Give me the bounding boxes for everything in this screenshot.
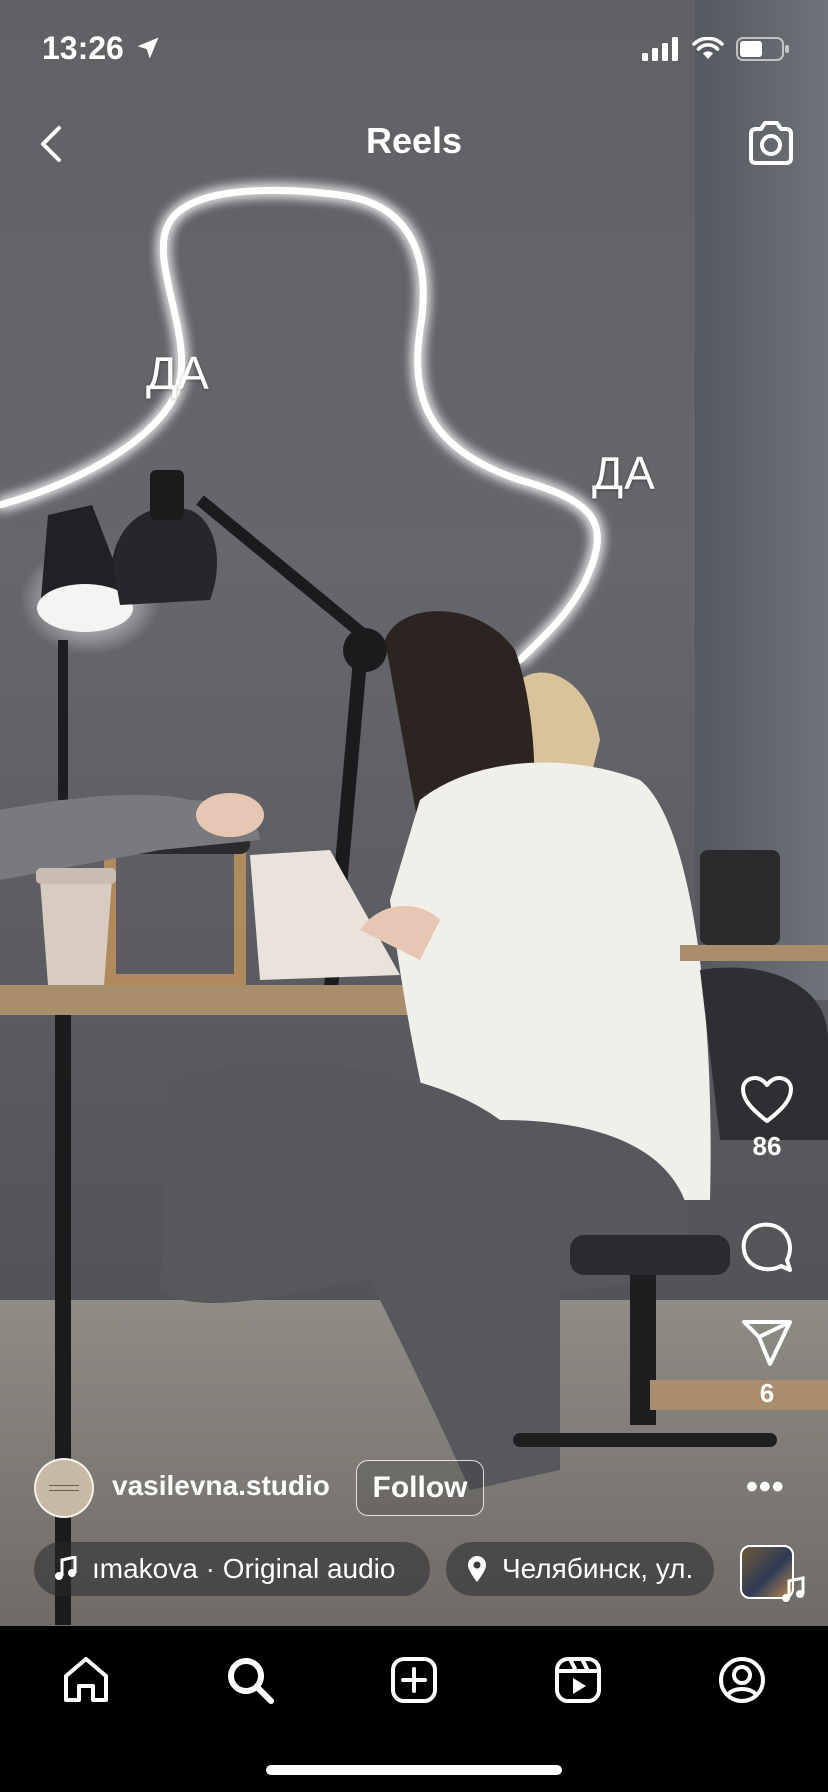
nav-profile[interactable] [712,1650,772,1710]
more-options-icon[interactable]: ••• [746,1468,785,1507]
location-chip[interactable]: Челябинск, ул. [446,1542,714,1596]
video-overlay-text: ДА [146,347,210,399]
like-action[interactable]: 86 [727,1075,807,1162]
scene-illustration [0,186,828,1625]
share-count: 6 [759,1378,775,1408]
nav-create[interactable] [384,1650,444,1710]
chevron-left-icon [41,126,61,162]
wifi-icon [692,36,724,66]
audio-chip[interactable]: ımakova · Original audio [34,1542,430,1596]
music-note-icon [780,1576,806,1609]
avatar[interactable] [34,1458,94,1518]
like-count: 86 [752,1131,782,1161]
status-time: 13:26 [42,30,124,66]
camera-icon [749,121,793,165]
nav-home[interactable] [56,1650,116,1710]
music-note-icon [54,1556,78,1582]
cellular-signal-icon [642,37,680,66]
nav-search[interactable] [220,1650,280,1710]
search-icon [228,1658,274,1704]
video-overlay-text: ДА [592,447,656,499]
share-action[interactable]: 6 [727,1318,807,1409]
home-indicator[interactable] [266,1765,562,1775]
create-icon [391,1657,437,1703]
username[interactable]: vasilevna.studio [112,1470,330,1502]
back-button[interactable] [28,120,72,168]
comment-icon [741,1222,792,1272]
status-icons [642,36,790,67]
camera-button[interactable] [746,118,796,173]
location-label: Челябинск, ул. [502,1553,694,1584]
follow-button[interactable]: Follow [356,1460,484,1516]
reels-icon [555,1657,601,1703]
audio-label: ımakova · Original audio [92,1553,396,1584]
heart-icon [741,1076,793,1123]
location-pin-icon [466,1555,488,1583]
avatar-logo [49,1485,79,1491]
battery-icon [736,36,790,67]
profile-icon [719,1657,765,1703]
reel-video[interactable]: ДА ДА [0,0,828,1626]
send-icon [742,1320,792,1366]
home-icon [64,1657,108,1702]
nav-reels[interactable] [548,1650,608,1710]
audio-thumbnail[interactable] [740,1545,805,1602]
comment-action[interactable] [727,1220,807,1274]
location-arrow-icon [134,34,162,67]
